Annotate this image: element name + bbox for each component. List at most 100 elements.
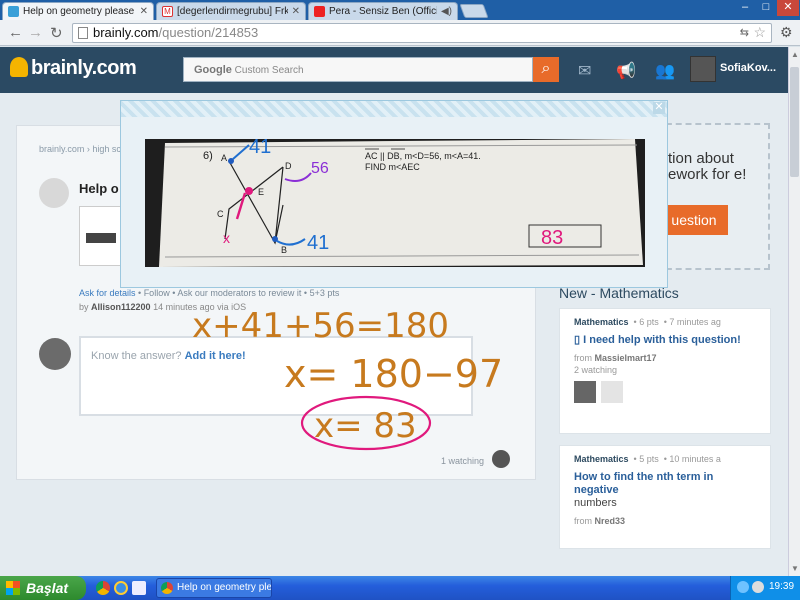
- current-user-avatar: [39, 338, 71, 370]
- label-a: A: [221, 153, 227, 163]
- question-image-thumbnail[interactable]: [79, 206, 123, 266]
- user-avatar[interactable]: [690, 56, 716, 82]
- ie-icon[interactable]: [114, 581, 128, 595]
- back-arrow-icon[interactable]: ←: [8, 24, 23, 41]
- scroll-thumb[interactable]: [790, 67, 799, 177]
- watcher-avatar[interactable]: [601, 381, 623, 403]
- angle-a-value: 41: [249, 139, 271, 158]
- follow-link[interactable]: Follow: [144, 288, 170, 298]
- label-e: E: [258, 187, 264, 197]
- address-bar[interactable]: brainly.com/question/214853 ⇆ ☆: [72, 23, 772, 43]
- chrome-icon[interactable]: [96, 581, 110, 595]
- tab-gmail[interactable]: M [degerlendirmegrubu] Frkanl ✕: [156, 2, 306, 20]
- vertex-e-marker: [245, 187, 253, 195]
- question-photo[interactable]: 6) AC || DB, m<D=56, m<A=41. FIND m<AEC …: [145, 139, 645, 267]
- wrench-icon[interactable]: ⚙: [780, 24, 793, 41]
- angle-d-value: 56: [311, 160, 329, 177]
- points: 5 pts: [639, 454, 659, 464]
- tab-label: Pera - Sensiz Ben (Officia: [329, 6, 437, 17]
- volume-icon[interactable]: [752, 581, 764, 593]
- points: 6 pts: [639, 317, 659, 327]
- chrome-icon: [161, 582, 173, 594]
- handwriting-line-2: x= 180−97: [284, 352, 503, 396]
- speaker-icon[interactable]: ◀): [441, 6, 452, 17]
- asker-avatar[interactable]: [39, 178, 69, 208]
- scroll-up-icon[interactable]: ▲: [791, 50, 799, 59]
- desktop-icon[interactable]: [132, 581, 146, 595]
- from-label: from: [574, 516, 592, 526]
- tab-youtube[interactable]: Pera - Sensiz Ben (Officia ◀): [308, 2, 458, 20]
- task-label: Help on geometry ple...: [177, 582, 272, 593]
- browser-tab-strip: Help on geometry please sh ✕ M [degerlen…: [0, 0, 800, 20]
- angle-b-value: 41: [307, 232, 329, 254]
- problem-line-2: FIND m<AEC: [365, 162, 420, 172]
- network-icon[interactable]: [737, 581, 749, 593]
- new-tab-button[interactable]: [459, 4, 489, 18]
- label-c: C: [217, 209, 224, 219]
- start-label: Başlat: [26, 580, 69, 596]
- minimize-button[interactable]: –: [735, 0, 755, 16]
- tab-label: [degerlendirmegrubu] Frkanl: [177, 6, 288, 17]
- logo-text: brainly.com: [31, 57, 137, 79]
- brainly-icon: [8, 6, 19, 17]
- watcher-avatar[interactable]: [574, 381, 596, 403]
- watching-count: 1 watching: [441, 456, 485, 466]
- author[interactable]: Massielmart17: [595, 353, 657, 363]
- list-item[interactable]: Mathematics • 6 pts • 7 minutes ag ▯ I n…: [559, 308, 771, 434]
- messages-icon[interactable]: ✉: [578, 61, 591, 81]
- brainly-logo[interactable]: brainly.com: [10, 57, 137, 80]
- close-icon[interactable]: ✕: [292, 6, 300, 17]
- windows-taskbar: Başlat Help on geometry ple... 19:39: [0, 576, 800, 600]
- tab-brainly-question[interactable]: Help on geometry please sh ✕: [2, 2, 154, 20]
- reload-icon[interactable]: ↻: [50, 24, 63, 42]
- lightbox-header: [121, 101, 667, 117]
- translate-icon[interactable]: ⇆: [740, 24, 749, 42]
- url-domain: brainly.com: [93, 25, 159, 40]
- author[interactable]: Nred33: [595, 516, 626, 526]
- handwriting-line-1: x+41+56=180: [192, 306, 449, 346]
- problem-number: 6): [203, 150, 213, 162]
- image-lightbox: ✕ 6) AC || DB, m<D=56, m<A=41. FIND m<AE…: [120, 100, 668, 288]
- close-window-button[interactable]: ✕: [777, 0, 799, 16]
- ask-question-button[interactable]: uestion: [660, 205, 728, 235]
- label-b: B: [281, 245, 287, 255]
- subject: Mathematics: [574, 317, 629, 327]
- system-tray: 19:39: [730, 576, 800, 600]
- question-link[interactable]: How to find the nth term in negative: [574, 471, 713, 496]
- ask-for-details-link[interactable]: Ask for details: [79, 288, 136, 298]
- handwriting-overlay: x+41+56=180 x= 180−97 x= 83: [192, 306, 503, 451]
- question-link[interactable]: I need help with this question!: [583, 334, 741, 346]
- page-icon: [78, 27, 88, 39]
- ask-panel-text: tion about ework for e!: [668, 150, 747, 183]
- question-author[interactable]: Allison112200: [91, 302, 151, 312]
- start-button[interactable]: Başlat: [0, 576, 86, 600]
- close-icon[interactable]: ✕: [140, 6, 148, 17]
- question-title: Help o: [79, 181, 119, 196]
- username[interactable]: SofiaKov...: [720, 62, 776, 74]
- search-input[interactable]: Google Custom Search: [183, 57, 533, 82]
- list-item[interactable]: Mathematics • 5 pts • 10 minutes a How t…: [559, 445, 771, 549]
- youtube-icon: [314, 6, 325, 17]
- browser-toolbar: ← → ↻ brainly.com/question/214853 ⇆ ☆ ⚙: [0, 20, 800, 46]
- watching-count: 2 watching: [574, 365, 618, 375]
- question-icon: ▯: [574, 334, 584, 346]
- close-icon[interactable]: ✕: [653, 102, 665, 114]
- megaphone-icon[interactable]: 📢: [616, 61, 636, 81]
- answer-value: 83: [541, 227, 563, 249]
- scroll-down-icon[interactable]: ▼: [791, 564, 799, 573]
- maximize-button[interactable]: □: [756, 0, 776, 16]
- friends-icon[interactable]: 👥: [655, 61, 675, 81]
- search-button[interactable]: ⌕: [533, 57, 559, 82]
- clock[interactable]: 19:39: [769, 581, 794, 592]
- url-path: /question/214853: [158, 25, 259, 40]
- question-link-rest[interactable]: numbers: [574, 497, 617, 509]
- forward-arrow-icon[interactable]: →: [28, 24, 43, 41]
- star-icon[interactable]: ☆: [753, 23, 766, 41]
- page-scrollbar[interactable]: ▲ ▼: [788, 47, 800, 576]
- site-header: brainly.com Google Custom Search ⌕ ✉ 📢 👥…: [0, 47, 800, 93]
- breadcrumb[interactable]: brainly.com › high sc: [39, 144, 121, 154]
- brainly-logo-icon: [10, 57, 28, 77]
- label-d: D: [285, 161, 292, 171]
- tab-label: Help on geometry please sh: [23, 6, 136, 17]
- taskbar-task-chrome[interactable]: Help on geometry ple...: [156, 578, 272, 598]
